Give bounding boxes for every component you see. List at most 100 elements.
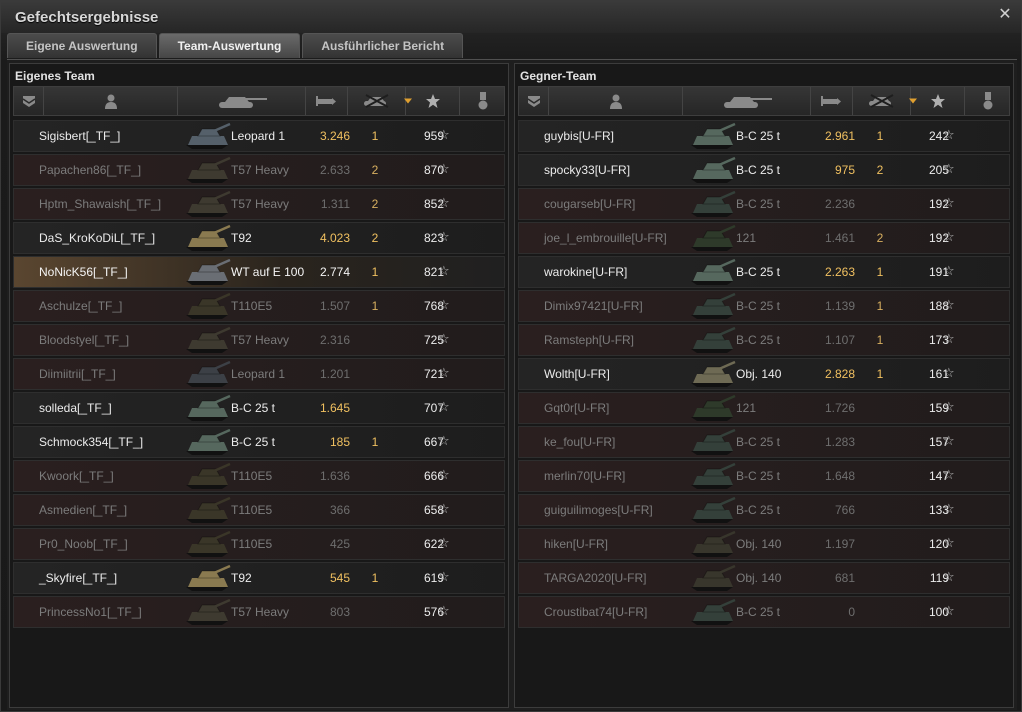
player-row[interactable]: TARGA2020[U-FR] Obj. 140 681 119 ☆: [518, 562, 1010, 594]
player-row[interactable]: Pr0_Noob[_TF_] T110E5 425 622 ☆: [13, 528, 505, 560]
damage-icon[interactable]: [306, 87, 348, 115]
player-row[interactable]: Kwoork[_TF_] T110E5 1.636 666 ☆: [13, 460, 505, 492]
tab-content: Eigenes Team Sigisbert[_TF_] Leopard 1 3…: [7, 59, 1017, 710]
player-row[interactable]: Schmock354[_TF_] B-C 25 t 185 1 667 ☆: [13, 426, 505, 458]
tank-name: T57 Heavy: [231, 197, 290, 211]
player-row[interactable]: Wolth[U-FR] Obj. 140 2.828 1 161 ☆: [518, 358, 1010, 390]
tank-icon[interactable]: [683, 87, 811, 115]
tank-thumbnail-icon: [186, 156, 231, 183]
medal-icon[interactable]: [460, 87, 506, 115]
player-row[interactable]: Hptm_Shawaish[_TF_] T57 Heavy 1.311 2 852 ☆: [13, 188, 505, 220]
kills-icon[interactable]: [853, 87, 911, 115]
tank-name: Obj. 140: [736, 571, 782, 585]
player-icon[interactable]: [44, 87, 178, 115]
tab-team-results[interactable]: Team-Auswertung: [158, 33, 301, 58]
damage-value: 681: [834, 571, 855, 585]
player-row[interactable]: NoNicK56[_TF_] WT auf E 100 2.774 1 821 ☆: [13, 256, 505, 288]
player-name: merlin70[U-FR]: [544, 469, 626, 483]
enemy-team-panel: Gegner-Team guybis[U-FR] B-C 25 t 2.961 …: [514, 63, 1014, 708]
player-row[interactable]: Croustibat74[U-FR] B-C 25 t 0 100 ☆: [518, 596, 1010, 628]
star-icon: ☆: [943, 263, 955, 278]
player-row[interactable]: guybis[U-FR] B-C 25 t 2.961 1 242 ☆: [518, 120, 1010, 152]
tank-thumbnail-icon: [186, 530, 231, 557]
player-icon[interactable]: [549, 87, 683, 115]
damage-value: 3.246: [319, 129, 350, 143]
tank-thumbnail-icon: [691, 326, 736, 353]
player-row[interactable]: Papachen86[_TF_] T57 Heavy 2.633 2 870 ☆: [13, 154, 505, 186]
damage-value: 766: [834, 503, 855, 517]
player-row[interactable]: spocky33[U-FR] B-C 25 t 975 2 205 ☆: [518, 154, 1010, 186]
tank-icon[interactable]: [178, 87, 306, 115]
tab-bar: Eigene Auswertung Team-Auswertung Ausfüh…: [7, 33, 465, 59]
rank-chevron-icon[interactable]: [519, 87, 549, 115]
tab-detailed-report[interactable]: Ausführlicher Bericht: [302, 33, 464, 58]
player-name: Croustibat74[U-FR]: [544, 605, 648, 619]
player-name: Pr0_Noob[_TF_]: [39, 537, 128, 551]
player-row[interactable]: cougarseb[U-FR] B-C 25 t 2.236 192 ☆: [518, 188, 1010, 220]
player-row[interactable]: Gqt0r[U-FR] 121 1.726 159 ☆: [518, 392, 1010, 424]
player-row[interactable]: DaS_KroKoDiL[_TF_] T92 4.023 2 823 ☆: [13, 222, 505, 254]
player-row[interactable]: _Skyfire[_TF_] T92 545 1 619 ☆: [13, 562, 505, 594]
tank-thumbnail-icon: [186, 462, 231, 489]
own-team-title: Eigenes Team: [15, 69, 95, 83]
player-row[interactable]: guiguilimoges[U-FR] B-C 25 t 766 133 ☆: [518, 494, 1010, 526]
star-icon[interactable]: [909, 87, 965, 115]
player-name: guybis[U-FR]: [544, 129, 615, 143]
kills-value: 1: [371, 129, 379, 143]
kills-value: 1: [371, 571, 379, 585]
medal-icon[interactable]: [965, 87, 1011, 115]
own-team-rows: Sigisbert[_TF_] Leopard 1 3.246 1 959 ☆ Papach…: [13, 120, 505, 630]
player-name: Sigisbert[_TF_]: [39, 129, 121, 143]
damage-icon[interactable]: [811, 87, 853, 115]
tank-thumbnail-icon: [186, 360, 231, 387]
player-name: Dimix97421[U-FR]: [544, 299, 643, 313]
tank-name: B-C 25 t: [736, 299, 781, 313]
player-row[interactable]: merlin70[U-FR] B-C 25 t 1.648 147 ☆: [518, 460, 1010, 492]
player-name: warokine[U-FR]: [544, 265, 628, 279]
player-row[interactable]: solleda[_TF_] B-C 25 t 1.645 707 ☆: [13, 392, 505, 424]
kills-value: 2: [371, 197, 379, 211]
kills-icon[interactable]: [348, 87, 406, 115]
player-name: Wolth[U-FR]: [544, 367, 610, 381]
player-row[interactable]: Bloodstyel[_TF_] T57 Heavy 2.316 725 ☆: [13, 324, 505, 356]
damage-value: 1.726: [824, 401, 855, 415]
star-icon: ☆: [943, 399, 955, 414]
tank-thumbnail-icon: [691, 224, 736, 251]
tank-thumbnail-icon: [186, 122, 231, 149]
tank-thumbnail-icon: [186, 258, 231, 285]
star-icon: ☆: [943, 569, 955, 584]
star-icon: ☆: [943, 467, 955, 482]
close-icon[interactable]: ✕: [997, 7, 1013, 23]
player-name: TARGA2020[U-FR]: [544, 571, 647, 585]
tank-thumbnail-icon: [691, 156, 736, 183]
enemy-team-title: Gegner-Team: [520, 69, 597, 83]
player-row[interactable]: Asmedien[_TF_] T110E5 366 658 ☆: [13, 494, 505, 526]
player-row[interactable]: Ramsteph[U-FR] B-C 25 t 1.107 1 173 ☆: [518, 324, 1010, 356]
kills-value: 2: [876, 163, 884, 177]
enemy-team-column-headers: [518, 86, 1010, 116]
player-name: Asmedien[_TF_]: [39, 503, 128, 517]
player-row[interactable]: ke_fou[U-FR] B-C 25 t 1.283 157 ☆: [518, 426, 1010, 458]
player-row[interactable]: Aschulze[_TF_] T110E5 1.507 1 768 ☆: [13, 290, 505, 322]
player-name: Schmock354[_TF_]: [39, 435, 144, 449]
tank-name: Leopard 1: [231, 129, 286, 143]
tank-thumbnail-icon: [186, 326, 231, 353]
player-row[interactable]: Sigisbert[_TF_] Leopard 1 3.246 1 959 ☆: [13, 120, 505, 152]
rank-chevron-icon[interactable]: [14, 87, 44, 115]
player-row[interactable]: PrincessNo1[_TF_] T57 Heavy 803 576 ☆: [13, 596, 505, 628]
player-name: Papachen86[_TF_]: [39, 163, 142, 177]
tab-personal-results[interactable]: Eigene Auswertung: [7, 33, 157, 58]
player-row[interactable]: Diimiitrii[_TF_] Leopard 1 1.201 721 ☆: [13, 358, 505, 390]
player-row[interactable]: hiken[U-FR] Obj. 140 1.197 120 ☆: [518, 528, 1010, 560]
player-row[interactable]: Dimix97421[U-FR] B-C 25 t 1.139 1 188 ☆: [518, 290, 1010, 322]
player-row[interactable]: joe_l_embrouille[U-FR] 121 1.461 2 192 ☆: [518, 222, 1010, 254]
star-icon[interactable]: [404, 87, 460, 115]
player-row[interactable]: warokine[U-FR] B-C 25 t 2.263 1 191 ☆: [518, 256, 1010, 288]
star-icon: ☆: [438, 569, 450, 584]
star-icon: ☆: [438, 467, 450, 482]
tank-name: B-C 25 t: [736, 333, 781, 347]
star-icon: ☆: [943, 195, 955, 210]
star-icon: ☆: [438, 195, 450, 210]
damage-value: 1.507: [319, 299, 350, 313]
tank-thumbnail-icon: [691, 564, 736, 591]
